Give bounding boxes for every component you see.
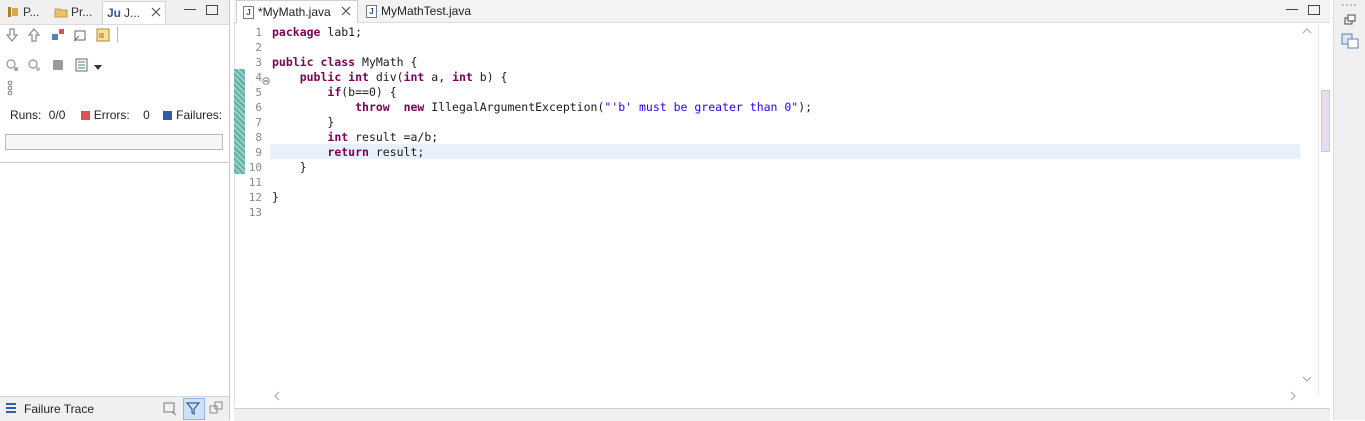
test-progress-bar [5,134,223,150]
stop-icon[interactable] [50,57,66,73]
line-number: 8 [255,131,262,144]
compare-icon[interactable] [162,400,178,419]
code-line-4: public int div(int a, int b) { [299,70,508,84]
maximize-icon[interactable] [1308,5,1320,15]
line-number: 13 [248,206,262,219]
view-menu-icon[interactable] [6,80,22,96]
fold-collapse-icon[interactable] [262,74,270,88]
code-line-12: } [272,190,279,204]
code-line-7: } [327,115,335,129]
previous-failure-icon[interactable] [26,27,42,43]
failures-label: Failures: [176,108,223,122]
project-explorer-icon [54,5,68,19]
show-failures-only-icon[interactable] [50,27,66,43]
trimmed-view-stack [1333,0,1365,420]
failure-trace-header: Failure Trace [0,396,229,421]
minimize-icon[interactable] [1286,5,1298,10]
failure-trace-icon [5,402,17,417]
tab-label: *MyMath.java [258,5,331,19]
toolbar-separator [117,27,118,43]
current-line-highlight [270,144,1300,159]
tab-label: J... [124,6,141,20]
tab-mymath-java[interactable]: J *MyMath.java [236,0,358,24]
junit-icon: Ju [107,6,122,20]
layout-icon[interactable] [95,27,111,43]
tab-junit[interactable]: Ju J... [102,1,167,24]
code-line-8: int result =a/b; [327,130,439,144]
rerun-icon[interactable] [4,57,20,73]
history-dropdown-icon[interactable] [93,61,109,77]
restore-icon[interactable] [1344,14,1356,29]
code-line-10: } [299,160,307,174]
tab-project-explorer[interactable]: Pr... [54,3,92,21]
line-number: 3 [255,56,262,69]
minimize-icon[interactable] [184,5,196,10]
line-number: 11 [248,176,262,189]
line-number: 10 [248,161,262,174]
line-number: 1 [255,26,262,39]
tab-mymathtest-java[interactable]: J MyMathTest.java [360,0,477,22]
close-icon[interactable] [341,5,351,19]
quick-diff-ruler [234,69,245,174]
java-file-icon: J [366,4,377,18]
runs-label: Runs: [10,108,42,122]
copy-trace-icon[interactable] [208,400,224,419]
vertical-scrollbar[interactable] [1300,24,1314,392]
code-line-5: if(b==0) { [327,85,397,99]
failure-icon [163,111,173,120]
errors-value: 0 [143,108,150,122]
code-line-1: package lab1; [272,25,363,39]
failure-trace-label: Failure Trace [24,402,95,416]
left-view-tab-bar: P... Pr... Ju J... [0,0,229,25]
line-number: 4 [255,71,262,84]
code-line-6: throw new IllegalArgumentException("'b' … [355,100,813,114]
code-line-9: return result; [327,145,425,159]
package-explorer-icon [6,5,20,19]
bottom-view-tab-bar [234,408,1330,421]
java-file-icon: J [243,5,254,19]
outline-view-icon[interactable] [1341,33,1359,52]
line-number-gutter: 1 2 3 4 5 6 7 8 9 10 11 12 13 [245,23,270,393]
filter-icon[interactable] [183,398,205,420]
horizontal-scrollbar[interactable] [270,389,1300,403]
line-number: 6 [255,101,262,114]
test-results-tree[interactable] [0,163,229,395]
next-failure-icon[interactable] [4,27,20,43]
code-line-3: public class MyMath { [272,55,418,69]
rerun-failed-icon[interactable] [26,57,42,73]
line-number: 2 [255,41,262,54]
error-icon [80,111,90,120]
test-run-summary: Runs: 0/0 Errors: 0 Failures: 0 [10,108,246,122]
errors-label: Errors: [93,108,130,122]
runs-value: 0/0 [48,108,66,122]
tab-label: P... [23,5,40,19]
close-icon[interactable] [151,6,161,20]
overview-ruler[interactable] [1318,24,1331,394]
tab-label: MyMathTest.java [381,4,472,18]
tab-package-explorer[interactable]: P... [6,3,39,21]
history-icon[interactable] [74,57,90,73]
maximize-icon[interactable] [206,5,218,15]
line-number: 7 [255,116,262,129]
editor-tab-bar: J *MyMath.java J MyMathTest.java [234,0,1330,24]
overview-thumb[interactable] [1321,90,1330,152]
scroll-lock-icon[interactable] [72,27,88,43]
tab-label: Pr... [71,5,93,19]
line-number: 9 [255,146,262,159]
line-number: 5 [255,86,262,99]
line-number: 12 [248,191,262,204]
